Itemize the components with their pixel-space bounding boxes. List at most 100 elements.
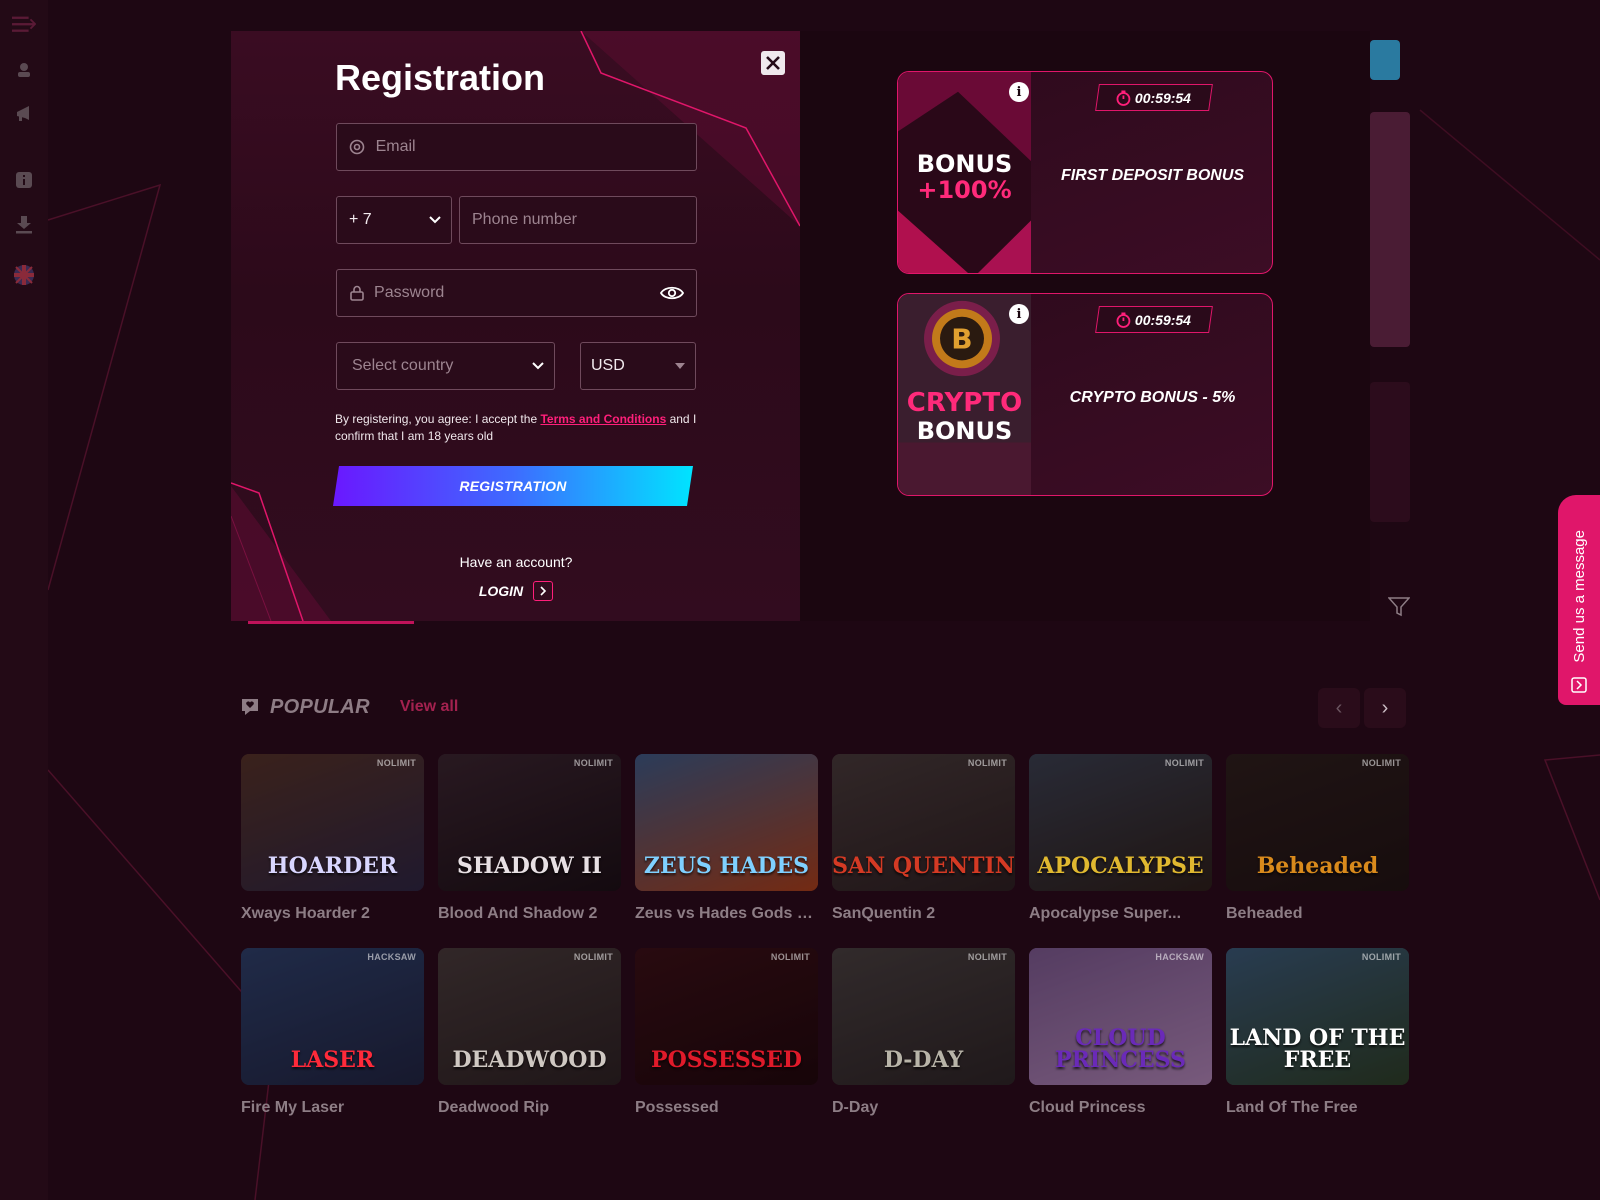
uk-flag-icon[interactable] bbox=[12, 263, 36, 287]
close-button[interactable] bbox=[761, 51, 785, 75]
game-name[interactable]: Zeus vs Hades Gods of... bbox=[635, 905, 818, 923]
bonus-timer: 00:59:54 bbox=[1095, 84, 1213, 111]
game-card[interactable]: NOLIMIT HOARDER Xways Hoarder 2 bbox=[241, 754, 424, 923]
info-icon[interactable] bbox=[12, 168, 36, 192]
game-card[interactable]: NOLIMIT LAND OF THE FREE Land Of The Free bbox=[1226, 948, 1409, 1117]
send-message-label: Send us a message bbox=[1570, 530, 1588, 663]
provider-label: NOLIMIT bbox=[1361, 952, 1401, 962]
send-message-tab[interactable]: Send us a message bbox=[1558, 495, 1600, 705]
info-icon[interactable]: i bbox=[1009, 82, 1029, 102]
popular-title: POPULAR bbox=[270, 695, 370, 718]
caret-down-icon bbox=[675, 363, 685, 369]
provider-label: NOLIMIT bbox=[1361, 758, 1401, 768]
game-card[interactable]: HACKSAW LASER Fire My Laser bbox=[241, 948, 424, 1117]
user-icon[interactable] bbox=[12, 58, 36, 82]
game-name[interactable]: Xways Hoarder 2 bbox=[241, 905, 424, 923]
next-arrow-button[interactable]: › bbox=[1364, 688, 1406, 728]
game-thumbnail[interactable]: NOLIMIT Beheaded bbox=[1226, 754, 1409, 891]
game-thumbnail[interactable]: ZEUS HADES bbox=[635, 754, 818, 891]
password-field[interactable] bbox=[336, 269, 697, 317]
provider-label: NOLIMIT bbox=[573, 952, 613, 962]
game-thumbnail[interactable]: NOLIMIT DEADWOOD bbox=[438, 948, 621, 1085]
game-card[interactable]: NOLIMIT Beheaded Beheaded bbox=[1226, 754, 1409, 923]
game-thumbnail[interactable]: NOLIMIT POSSESSED bbox=[635, 948, 818, 1085]
bonus-card-first-deposit[interactable]: BONUS +100% i 00:59:54 FIRST DEPOSIT BON… bbox=[897, 71, 1273, 274]
provider-label: NOLIMIT bbox=[573, 758, 613, 768]
currency-select[interactable]: USD bbox=[580, 342, 696, 390]
terms-text: By registering, you agree: I accept the … bbox=[335, 411, 697, 445]
game-thumbnail[interactable]: NOLIMIT SAN QUENTIN bbox=[832, 754, 1015, 891]
crypto-image-line1: CRYPTO bbox=[906, 388, 1023, 418]
game-name[interactable]: Possessed bbox=[635, 1099, 818, 1117]
game-name[interactable]: Blood And Shadow 2 bbox=[438, 905, 621, 923]
download-icon[interactable] bbox=[12, 213, 36, 237]
game-name[interactable]: Land Of The Free bbox=[1226, 1099, 1409, 1117]
game-logo-text: LAND OF THE FREE bbox=[1229, 1025, 1406, 1073]
game-name[interactable]: Apocalypse Super... bbox=[1029, 905, 1212, 923]
game-logo-text: HOARDER bbox=[267, 853, 398, 879]
password-input[interactable] bbox=[374, 284, 654, 302]
game-card[interactable]: NOLIMIT SAN QUENTIN SanQuentin 2 bbox=[832, 754, 1015, 923]
login-link[interactable]: LOGIN bbox=[335, 581, 697, 601]
game-name[interactable]: Fire My Laser bbox=[241, 1099, 424, 1117]
game-name[interactable]: Beheaded bbox=[1226, 905, 1409, 923]
game-thumbnail[interactable]: NOLIMIT SHADOW II bbox=[438, 754, 621, 891]
promo-badge bbox=[1370, 40, 1400, 80]
game-card[interactable]: ZEUS HADES Zeus vs Hades Gods of... bbox=[635, 754, 818, 923]
game-name[interactable]: Deadwood Rip bbox=[438, 1099, 621, 1117]
phone-field[interactable] bbox=[459, 196, 697, 244]
game-card[interactable]: NOLIMIT DEADWOOD Deadwood Rip bbox=[438, 948, 621, 1117]
game-card[interactable]: NOLIMIT POSSESSED Possessed bbox=[635, 948, 818, 1117]
bonus-name: CRYPTO BONUS - 5% bbox=[1069, 389, 1236, 406]
game-logo-text: Beheaded bbox=[1256, 853, 1379, 879]
game-name[interactable]: D-Day bbox=[832, 1099, 1015, 1117]
phone-code-value: + 7 bbox=[349, 211, 372, 228]
panel-decoration bbox=[231, 31, 800, 621]
chevron-down-icon bbox=[532, 362, 544, 370]
game-thumbnail[interactable]: NOLIMIT APOCALYPSE bbox=[1029, 754, 1212, 891]
game-card[interactable]: NOLIMIT D-DAY D-Day bbox=[832, 948, 1015, 1117]
prev-arrow-button[interactable]: ‹ bbox=[1318, 688, 1360, 728]
game-thumbnail[interactable]: HACKSAW LASER bbox=[241, 948, 424, 1085]
game-card[interactable]: NOLIMIT APOCALYPSE Apocalypse Super... bbox=[1029, 754, 1212, 923]
game-card[interactable]: NOLIMIT SHADOW II Blood And Shadow 2 bbox=[438, 754, 621, 923]
menu-icon[interactable] bbox=[12, 12, 36, 36]
timer-value: 00:59:54 bbox=[1135, 89, 1192, 106]
game-logo-text: SHADOW II bbox=[457, 853, 602, 879]
email-field[interactable] bbox=[336, 123, 697, 171]
info-icon[interactable]: i bbox=[1009, 304, 1029, 324]
eye-icon[interactable] bbox=[660, 285, 684, 301]
chevron-right-icon bbox=[533, 581, 554, 601]
bonus-card-crypto[interactable]: B CRYPTO BONUS i 00:59:54 CRYPTO BONUS -… bbox=[897, 293, 1273, 496]
game-thumbnail[interactable]: NOLIMIT D-DAY bbox=[832, 948, 1015, 1085]
megaphone-icon[interactable] bbox=[12, 102, 36, 126]
close-icon bbox=[766, 56, 780, 70]
game-name[interactable]: Cloud Princess bbox=[1029, 1099, 1212, 1117]
chat-heart-icon bbox=[242, 699, 258, 715]
game-thumbnail[interactable]: NOLIMIT HOARDER bbox=[241, 754, 424, 891]
game-thumbnail[interactable]: NOLIMIT LAND OF THE FREE bbox=[1226, 948, 1409, 1085]
terms-link[interactable]: Terms and Conditions bbox=[540, 412, 666, 426]
provider-label: HACKSAW bbox=[1155, 952, 1204, 962]
email-input[interactable] bbox=[375, 138, 684, 156]
svg-text:B: B bbox=[951, 323, 972, 356]
country-select[interactable]: Select country bbox=[336, 342, 555, 390]
phone-input[interactable] bbox=[472, 211, 684, 229]
game-name[interactable]: SanQuentin 2 bbox=[832, 905, 1015, 923]
stopwatch-icon bbox=[1117, 312, 1131, 328]
have-account-text: Have an account? bbox=[459, 554, 573, 570]
crypto-image-line2: BONUS bbox=[916, 417, 1013, 445]
provider-label: NOLIMIT bbox=[376, 758, 416, 768]
registration-button[interactable]: REGISTRATION bbox=[333, 466, 693, 506]
filter-icon[interactable] bbox=[1387, 597, 1411, 622]
provider-label: NOLIMIT bbox=[967, 952, 1007, 962]
bonus-name: FIRST DEPOSIT BONUS bbox=[1060, 167, 1245, 184]
phone-code-select[interactable]: + 7 bbox=[336, 196, 452, 244]
view-all-link[interactable]: View all bbox=[400, 698, 458, 716]
provider-label: NOLIMIT bbox=[1164, 758, 1204, 768]
stopwatch-icon bbox=[1117, 90, 1131, 106]
game-thumbnail[interactable]: HACKSAW CLOUD PRINCESS bbox=[1029, 948, 1212, 1085]
game-card[interactable]: HACKSAW CLOUD PRINCESS Cloud Princess bbox=[1029, 948, 1212, 1117]
terms-prefix: By registering, you agree: I accept the bbox=[335, 412, 541, 426]
sidebar bbox=[0, 0, 48, 1200]
